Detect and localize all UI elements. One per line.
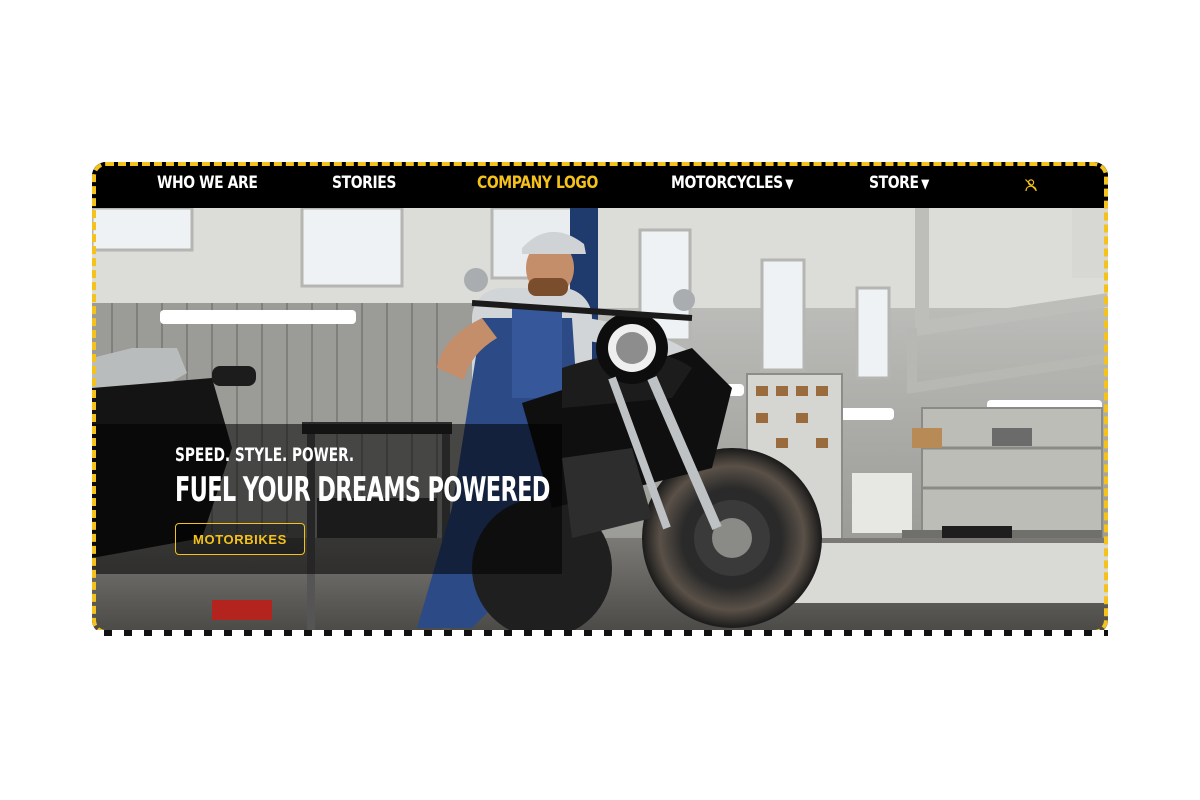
hero-card: WHO WE ARE STORIES COMPANY LOGO MOTORCYC…: [92, 162, 1108, 634]
company-logo[interactable]: COMPANY LOGO: [477, 173, 598, 193]
nav-store-label: STORE: [869, 173, 919, 193]
nav-store[interactable]: STORE ▼: [869, 173, 929, 193]
hero-kicker: SPEED. STYLE. POWER.: [175, 444, 355, 466]
chevron-down-icon: ▼: [921, 177, 929, 192]
nav-motorcycles[interactable]: MOTORCYCLES ▼: [671, 173, 793, 193]
nav-who-we-are[interactable]: WHO WE ARE: [157, 173, 258, 193]
top-nav: WHO WE ARE STORIES COMPANY LOGO MOTORCYC…: [92, 162, 1108, 208]
chevron-down-icon: ▼: [785, 177, 794, 192]
user-slash-icon[interactable]: [1024, 178, 1038, 192]
card-bottom-edge: [92, 630, 1108, 636]
hero-headline: FUEL YOUR DREAMS POWERED: [175, 470, 550, 510]
nav-stories[interactable]: STORIES: [332, 173, 396, 193]
motorbikes-button[interactable]: MOTORBIKES: [175, 523, 305, 555]
nav-motorcycles-label: MOTORCYCLES: [671, 173, 783, 193]
